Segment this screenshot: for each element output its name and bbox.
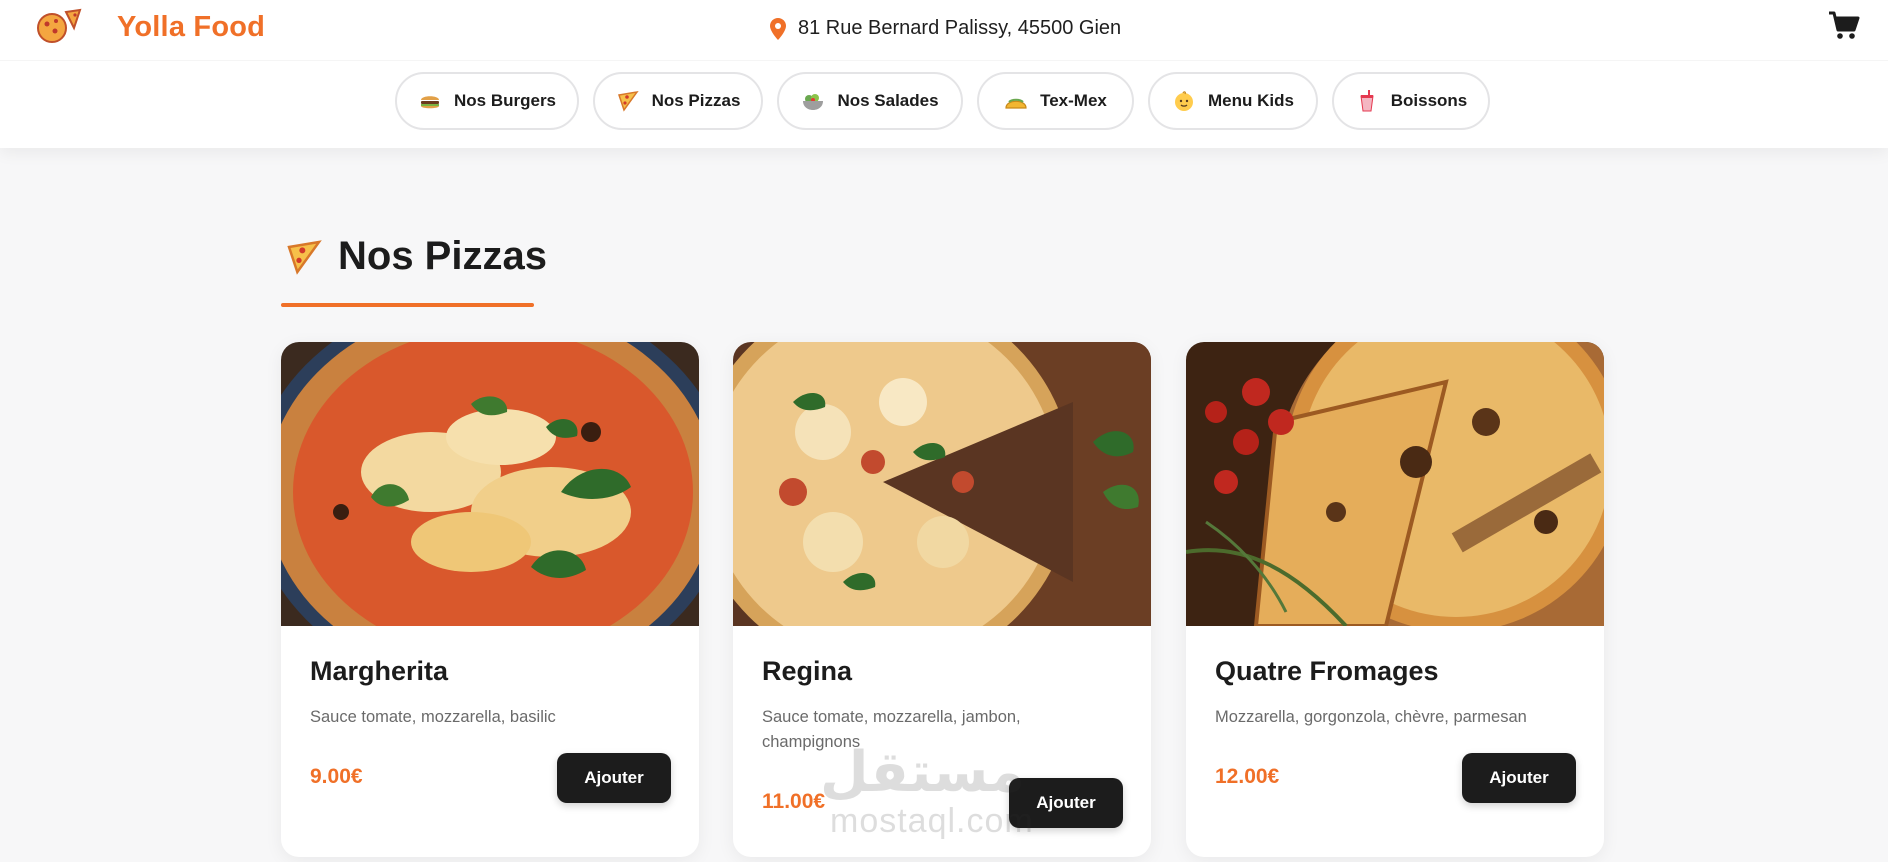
burger-icon — [420, 96, 439, 109]
brand-logo[interactable] — [30, 6, 88, 52]
shopping-cart-icon[interactable] — [1828, 10, 1860, 42]
section-underline — [281, 303, 534, 307]
address-text: 81 Rue Bernard Palissy, 45500 Gien — [798, 17, 1122, 39]
category-tab-boissons[interactable]: Boissons — [1332, 72, 1490, 130]
section-heading: Nos Pizzas — [284, 234, 547, 279]
baby-face-icon — [1175, 91, 1194, 111]
map-pin-icon — [770, 17, 786, 40]
top-header: Yolla Food 81 Rue Bernard Palissy, 45500… — [0, 0, 1888, 60]
category-label: Nos Salades — [837, 91, 939, 110]
product-description: Sauce tomate, mozzarella, basilic — [310, 708, 556, 726]
product-name: Quatre Fromages — [1215, 656, 1439, 686]
brand-name[interactable]: Yolla Food — [117, 11, 265, 44]
category-nav: Nos Burgers Nos Pizzas Nos Salades Tex-M… — [0, 60, 1888, 148]
pizza-slice-icon — [617, 90, 639, 112]
category-tab-burgers[interactable]: Nos Burgers — [395, 72, 579, 130]
category-tab-salades[interactable]: Nos Salades — [777, 72, 963, 130]
product-description: Sauce tomate, mozzarella, jambon, champi… — [762, 708, 1021, 751]
product-price: 9.00€ — [310, 765, 363, 788]
product-card-margherita: Margherita Sauce tomate, mozzarella, bas… — [281, 342, 699, 857]
product-name: Margherita — [310, 656, 449, 686]
product-name: Regina — [762, 656, 853, 686]
category-label: Tex-Mex — [1040, 91, 1107, 110]
category-label: Nos Burgers — [453, 91, 557, 110]
category-tab-menu-kids[interactable]: Menu Kids — [1148, 72, 1318, 130]
add-to-cart-button[interactable]: Ajouter — [1462, 753, 1576, 803]
add-to-cart-button[interactable]: Ajouter — [1009, 778, 1123, 828]
taco-icon — [1005, 98, 1027, 109]
category-label: Nos Pizzas — [651, 91, 741, 110]
delivery-address: 81 Rue Bernard Palissy, 45500 Gien — [770, 17, 1121, 40]
category-label: Boissons — [1390, 91, 1468, 110]
product-card-regina: Regina Sauce tomate, mozzarella, jambon,… — [733, 342, 1151, 857]
product-image — [733, 342, 1151, 626]
product-price: 12.00€ — [1215, 765, 1280, 788]
product-image — [281, 342, 699, 626]
salad-bowl-icon — [803, 94, 824, 110]
section-title: Nos Pizzas — [338, 234, 547, 278]
category-label: Menu Kids — [1208, 91, 1294, 110]
category-tab-pizzas[interactable]: Nos Pizzas — [593, 72, 763, 130]
product-description: Mozzarella, gorgonzola, chèvre, parmesan — [1215, 708, 1527, 726]
pizza-slice-icon — [287, 239, 322, 275]
product-card-quatre-fromages: Quatre Fromages Mozzarella, gorgonzola, … — [1186, 342, 1604, 857]
product-price: 11.00€ — [762, 790, 826, 813]
drink-cup-icon — [1360, 90, 1374, 112]
product-image — [1186, 342, 1604, 626]
add-to-cart-button[interactable]: Ajouter — [557, 753, 671, 803]
category-tab-texmex[interactable]: Tex-Mex — [977, 72, 1134, 130]
